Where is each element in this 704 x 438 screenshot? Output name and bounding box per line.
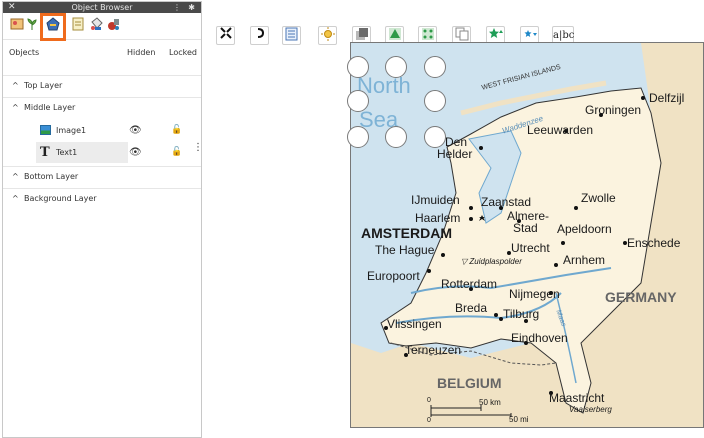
document-icon[interactable]	[282, 26, 301, 45]
menu-icon[interactable]: ⋮	[173, 2, 181, 13]
tools-icon[interactable]	[105, 17, 123, 35]
resize-handle-top-right[interactable]	[424, 56, 446, 78]
map-label-vaalserberg: Vaalserberg	[569, 405, 612, 414]
map-label-haarlem: Haarlem	[415, 211, 461, 225]
map-label-arnhem: Arnhem	[563, 253, 606, 267]
scale-zero-km: 0	[427, 397, 431, 404]
map-label-belgium: BELGIUM	[437, 375, 502, 391]
map-label-tilburg: Tilburg	[503, 307, 540, 321]
sun-icon[interactable]	[318, 26, 337, 45]
map-label-rotterdam: Rotterdam	[441, 277, 498, 291]
object-name: Image1	[56, 126, 87, 135]
map-label-the-hague: The Hague	[375, 243, 435, 257]
map-label-zwolle: Zwolle	[581, 191, 616, 205]
page-icon[interactable]	[69, 17, 87, 35]
map-label-enschede: Enschede	[627, 236, 681, 250]
lock-icon[interactable]: 🔓	[171, 142, 182, 163]
panel-title: Object Browser	[71, 3, 133, 12]
map-label-zaanstad: Zaanstad	[481, 195, 532, 209]
locked-column-label: Locked	[169, 48, 197, 57]
resize-handle-left[interactable]	[347, 90, 369, 112]
map-label-europoort: Europoort	[367, 269, 420, 283]
map-label-terneuzen: Terneuzen	[405, 343, 462, 357]
object-row-image1[interactable]: Image1 👁 🔓	[3, 120, 201, 141]
map-label-amsterdam: AMSTERDAM	[361, 225, 452, 241]
map-label-eindhoven: Eindhoven	[511, 331, 568, 345]
map-label-maastricht: Maastricht	[549, 391, 605, 405]
map-label-apeldoorn: Apeldoorn	[557, 222, 612, 236]
object-name: Text1	[56, 148, 78, 157]
chevron-up-icon[interactable]: ^	[12, 76, 19, 96]
object-row-text1[interactable]: T Text1 👁 🔓 ⋮	[3, 142, 203, 163]
chevron-up-icon[interactable]: ^	[12, 189, 19, 209]
chevron-up-icon[interactable]: ^	[12, 167, 19, 187]
hidden-column-label: Hidden	[127, 48, 156, 57]
resize-handle-right[interactable]	[424, 90, 446, 112]
scale-km-label: 50 km	[479, 398, 501, 407]
layer-top[interactable]: ^ Top Layer	[3, 75, 201, 95]
paint-bucket-icon[interactable]	[87, 17, 105, 35]
layer-middle[interactable]: ^ Middle Layer	[3, 97, 201, 117]
eye-icon[interactable]: 👁	[129, 142, 142, 163]
layer-label: Background Layer	[24, 194, 97, 203]
resize-handle-bottom-right[interactable]	[424, 126, 446, 148]
object-browser-panel: ✕ Object Browser ⋮ ✱ Objects Hidden Lock…	[2, 1, 203, 438]
resize-handle-bottom-left[interactable]	[347, 126, 369, 148]
lock-icon[interactable]: 🔓	[171, 120, 182, 141]
map-label-zuidplaspolder: ▽ Zuidplaspolder	[461, 257, 522, 266]
map-label-breda: Breda	[455, 301, 488, 315]
rotate-icon[interactable]	[250, 26, 269, 45]
map-label-helder: Helder	[437, 147, 473, 161]
scale-zero-mi: 0	[427, 417, 431, 424]
map-label-vlissingen: Vlissingen	[387, 317, 442, 331]
fit-icon[interactable]	[216, 26, 235, 45]
image-icon	[40, 125, 51, 135]
pin-icon[interactable]: ✱	[188, 2, 195, 13]
map-label-leeuwarden: Leeuwarden	[527, 123, 594, 137]
map-label-germany: GERMANY	[605, 289, 677, 305]
panel-toolbar	[3, 13, 201, 41]
map-label-groningen: Groningen	[585, 103, 642, 117]
map-label-nijmegen: Nijmegen	[509, 287, 560, 301]
more-options-icon[interactable]: ⋮	[193, 137, 203, 158]
map-label-utrecht: Utrecht	[511, 241, 550, 255]
map-image[interactable]: North Sea WEST FRISIAN ISLANDS Delfzijl …	[350, 42, 704, 428]
shape-pen-icon[interactable]	[40, 13, 66, 41]
resize-handle-top[interactable]	[385, 56, 407, 78]
map-label-delfzijl: Delfzijl	[649, 91, 685, 105]
layer-background[interactable]: ^ Background Layer	[3, 188, 201, 208]
panel-titlebar: ✕ Object Browser ⋮ ✱	[3, 2, 201, 13]
layer-bottom[interactable]: ^ Bottom Layer	[3, 166, 201, 186]
layer-label: Middle Layer	[24, 103, 76, 112]
layer-label: Top Layer	[24, 81, 63, 90]
plant-icon[interactable]	[23, 17, 41, 35]
eye-icon[interactable]: 👁	[129, 120, 142, 141]
text-icon: T	[40, 145, 50, 160]
resize-handle-top-left[interactable]	[347, 56, 369, 78]
scale-mi-label: 50 mi	[509, 415, 529, 424]
resize-handle-bottom[interactable]	[385, 126, 407, 148]
chevron-up-icon[interactable]: ^	[12, 98, 19, 118]
map-label-ijmuiden: IJmuiden	[411, 193, 460, 207]
column-header: Objects Hidden Locked	[3, 48, 201, 64]
map-label-almere-2: Stad	[513, 221, 538, 235]
layer-label: Bottom Layer	[24, 172, 79, 181]
objects-column-label: Objects	[9, 48, 40, 57]
